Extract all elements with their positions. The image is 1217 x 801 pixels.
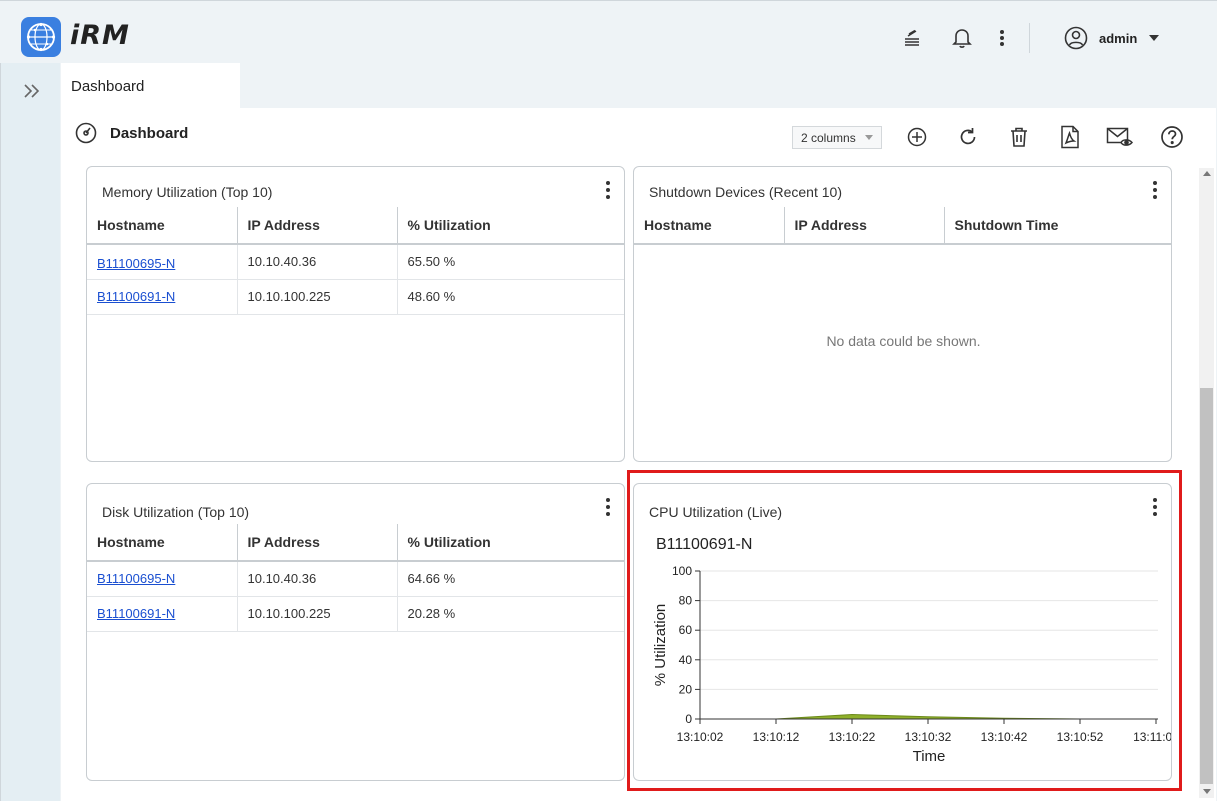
- column-header-hostname[interactable]: Hostname: [634, 207, 785, 245]
- shutdown-devices-panel: Shutdown Devices (Recent 10) Hostname IP…: [633, 166, 1172, 462]
- column-header-hostname[interactable]: Hostname: [87, 524, 238, 562]
- hostname-link[interactable]: B11100691-N: [97, 606, 175, 621]
- vertical-dots-icon[interactable]: [991, 25, 1013, 51]
- top-bar: iRM admin: [0, 0, 1217, 63]
- help-circle-icon[interactable]: [1159, 124, 1185, 150]
- page-title: Dashboard: [110, 125, 189, 142]
- column-header-utilization[interactable]: % Utilization: [397, 524, 624, 562]
- memory-table: Hostname IP Address % Utilization B11100…: [87, 207, 624, 315]
- shutdown-table: Hostname IP Address Shutdown Time: [634, 207, 1171, 245]
- table-row: B11100695-N 10.10.40.36 65.50 %: [87, 244, 624, 280]
- stack-icon[interactable]: [901, 25, 923, 51]
- plus-circle-icon[interactable]: [904, 124, 930, 150]
- panel-title: Disk Utilization (Top 10): [102, 504, 250, 520]
- vertical-dots-icon[interactable]: [1150, 181, 1160, 201]
- double-chevron-right-icon[interactable]: [22, 81, 42, 106]
- ip-address-cell: 10.10.100.225: [237, 596, 398, 632]
- hostname-link[interactable]: B11100691-N: [97, 289, 175, 304]
- ip-address-cell: 10.10.40.36: [237, 561, 398, 597]
- vertical-dots-icon[interactable]: [603, 181, 613, 201]
- scroll-down-icon[interactable]: [1203, 789, 1211, 794]
- column-header-ip-address[interactable]: IP Address: [237, 524, 398, 562]
- selection-highlight: [627, 470, 1182, 791]
- trash-icon[interactable]: [1006, 124, 1032, 150]
- header-divider: [1029, 23, 1030, 53]
- column-header-utilization[interactable]: % Utilization: [397, 207, 624, 245]
- panel-title: Shutdown Devices (Recent 10): [649, 184, 842, 200]
- hostname-link[interactable]: B11100695-N: [97, 256, 175, 271]
- memory-utilization-panel: Memory Utilization (Top 10) Hostname IP …: [86, 166, 625, 462]
- ip-address-cell: 10.10.100.225: [237, 279, 398, 315]
- ip-address-cell: 10.10.40.36: [237, 244, 398, 280]
- vertical-dots-icon[interactable]: [603, 498, 613, 518]
- columns-select[interactable]: 2 columns: [792, 126, 882, 149]
- table-row: B11100691-N 10.10.100.225 48.60 %: [87, 279, 624, 315]
- user-circle-icon[interactable]: [1064, 25, 1088, 51]
- column-header-shutdown-time[interactable]: Shutdown Time: [944, 207, 1171, 245]
- caret-down-icon: [865, 135, 873, 140]
- utilization-cell: 65.50 %: [397, 244, 624, 280]
- gauge-icon: [75, 122, 97, 149]
- utilization-cell: 64.66 %: [397, 561, 624, 597]
- caret-down-icon[interactable]: [1143, 25, 1165, 51]
- disk-table: Hostname IP Address % Utilization B11100…: [87, 524, 624, 632]
- utilization-cell: 48.60 %: [397, 279, 624, 315]
- pdf-icon[interactable]: [1057, 124, 1083, 150]
- hostname-link[interactable]: B11100695-N: [97, 571, 175, 586]
- columns-select-value: 2 columns: [801, 131, 856, 145]
- disk-utilization-panel: Disk Utilization (Top 10) Hostname IP Ad…: [86, 483, 625, 781]
- user-name[interactable]: admin: [1099, 31, 1137, 46]
- scroll-up-icon[interactable]: [1203, 171, 1211, 176]
- tab-dashboard[interactable]: Dashboard: [61, 63, 240, 108]
- left-rail: [0, 63, 60, 801]
- column-header-hostname[interactable]: Hostname: [87, 207, 238, 245]
- mail-eye-icon[interactable]: [1106, 124, 1134, 150]
- globe-network-icon[interactable]: [21, 17, 61, 57]
- refresh-icon[interactable]: [955, 124, 981, 150]
- table-row: B11100695-N 10.10.40.36 64.66 %: [87, 561, 624, 597]
- tab-label: Dashboard: [71, 78, 145, 95]
- column-header-ip-address[interactable]: IP Address: [784, 207, 945, 245]
- scrollbar-thumb[interactable]: [1200, 388, 1213, 784]
- table-row: B11100691-N 10.10.100.225 20.28 %: [87, 596, 624, 632]
- column-header-ip-address[interactable]: IP Address: [237, 207, 398, 245]
- empty-state-text: No data could be shown.: [826, 333, 981, 349]
- panel-title: Memory Utilization (Top 10): [102, 184, 273, 200]
- utilization-cell: 20.28 %: [397, 596, 624, 632]
- bell-icon[interactable]: [951, 25, 973, 51]
- logo-text: iRM: [70, 20, 130, 51]
